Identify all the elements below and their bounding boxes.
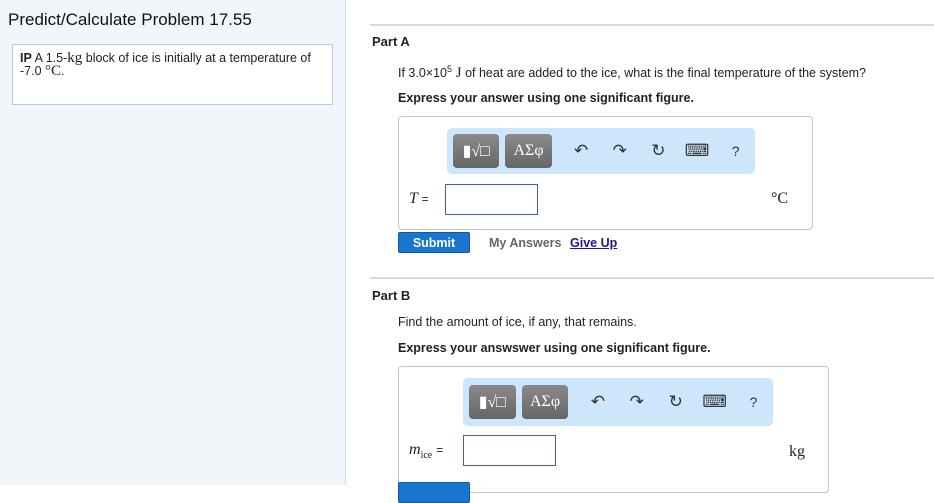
equals: =	[421, 192, 429, 206]
greek-symbols-button[interactable]: ΑΣφ	[521, 385, 569, 419]
part-a-label: Part A	[372, 34, 410, 49]
variable-t: T =	[409, 190, 429, 208]
submit-button[interactable]: Submit	[398, 232, 470, 253]
part-a-answer-box: ▮√□ ΑΣφ ↶ ↷ ↻ ⌨ ? T = °C	[398, 116, 813, 230]
reset-icon[interactable]: ↻	[639, 141, 678, 161]
intro-end: .	[61, 64, 65, 78]
part-b-answer-box: ▮√□ ΑΣφ ↶ ↷ ↻ ⌨ ? mice = kg	[398, 366, 829, 493]
variable-m-ice: mice =	[409, 441, 443, 461]
redo-icon[interactable]: ↷	[600, 141, 639, 161]
help-icon[interactable]: ?	[716, 143, 755, 159]
math-toolbar: ▮√□ ΑΣφ ↶ ↷ ↻ ⌨ ?	[463, 378, 773, 426]
unit-j: J	[452, 65, 462, 82]
part-b-question: Find the amount of ice, if any, that rem…	[398, 315, 637, 329]
give-up-link[interactable]: Give Up	[570, 236, 617, 250]
mass-input[interactable]	[463, 435, 556, 466]
var-label: T	[409, 190, 418, 207]
unit-label: kg	[789, 443, 805, 460]
my-answers-link[interactable]: My Answers	[489, 236, 561, 250]
problem-title: Predict/Calculate Problem 17.55	[8, 10, 252, 29]
problem-sidebar: Predict/Calculate Problem 17.55 IP A 1.5…	[0, 0, 346, 485]
part-b-instruction: Express your answswer using one signific…	[398, 341, 711, 355]
submit-button-b[interactable]	[398, 482, 470, 503]
greek-symbols-button[interactable]: ΑΣφ	[505, 134, 552, 168]
temperature-input[interactable]	[445, 184, 538, 215]
problem-intro: IP A 1.5-kg block of ice is initially at…	[12, 44, 333, 105]
unit-celsius: °C	[45, 63, 62, 79]
unit-label: °C	[771, 190, 789, 207]
template-button[interactable]: ▮√□	[453, 134, 500, 168]
q-text: of heat are added to the ice, what is th…	[461, 66, 867, 81]
divider	[370, 24, 934, 26]
part-a-question: If 3.0×105 J of heat are added to the ic…	[398, 64, 866, 82]
subscript: ice	[420, 450, 433, 462]
math-toolbar: ▮√□ ΑΣφ ↶ ↷ ↻ ⌨ ?	[447, 128, 755, 174]
divider	[370, 277, 934, 279]
part-b-label: Part B	[372, 288, 411, 303]
unit-kg: kg	[67, 50, 83, 66]
reset-icon[interactable]: ↻	[656, 392, 695, 412]
undo-icon[interactable]: ↶	[562, 141, 601, 161]
help-icon[interactable]: ?	[734, 394, 773, 410]
equals: =	[436, 443, 444, 457]
template-button[interactable]: ▮√□	[469, 385, 516, 419]
ip-label: IP	[20, 51, 32, 65]
undo-icon[interactable]: ↶	[578, 392, 617, 412]
q-text: If 3.0×10	[398, 66, 447, 81]
keyboard-icon[interactable]: ⌨	[695, 392, 734, 412]
var-label: m	[409, 441, 421, 458]
redo-icon[interactable]: ↷	[617, 392, 656, 412]
part-a-instruction: Express your answer using one significan…	[398, 91, 694, 105]
keyboard-icon[interactable]: ⌨	[678, 141, 717, 161]
